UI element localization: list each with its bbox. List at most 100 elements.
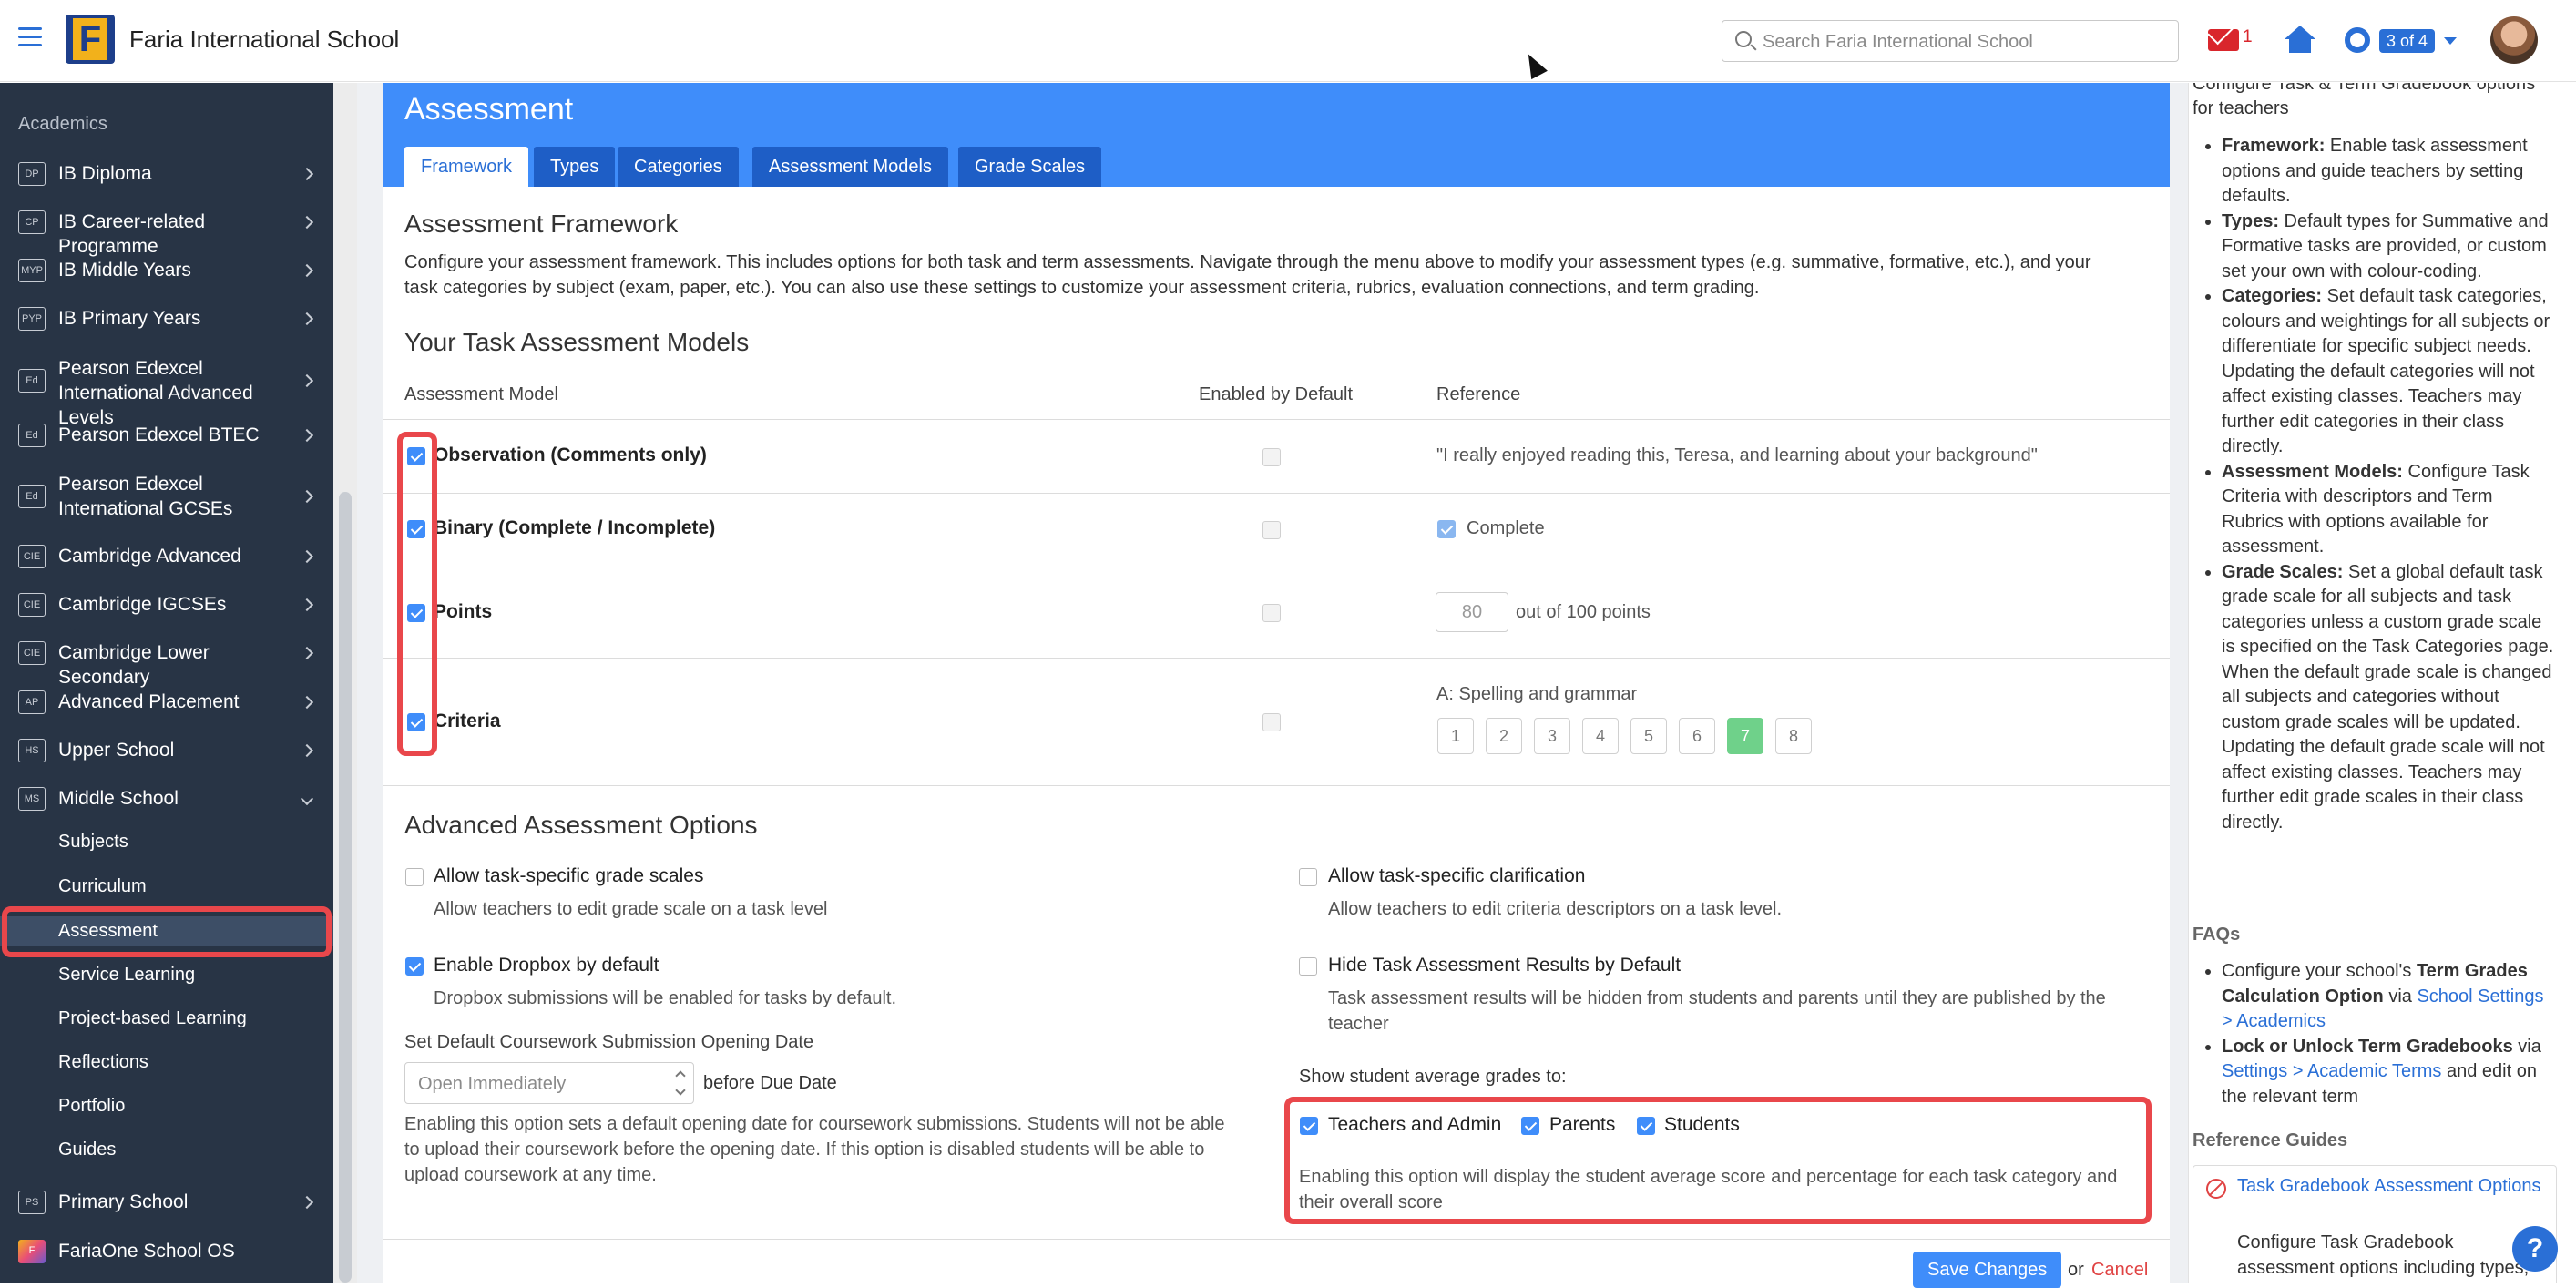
home-icon[interactable] xyxy=(2285,26,2315,55)
opening-desc-line-3: upload coursework at any time. xyxy=(404,1165,657,1185)
sidebar-subitem[interactable]: Reflections xyxy=(0,1048,333,1077)
cancel-link[interactable]: Cancel xyxy=(2091,1260,2148,1281)
help-list-item: Types: Default types for Summative and F… xyxy=(2222,210,2559,285)
col-enabled-by-default: Enabled by Default xyxy=(1199,384,1354,404)
support-icon[interactable] xyxy=(2345,27,2370,53)
tab-framework[interactable]: Framework xyxy=(404,147,529,187)
clarification-checkbox[interactable] xyxy=(1299,868,1317,886)
model-binary-label: Binary (Complete / Incomplete) xyxy=(434,517,716,538)
help-list: Framework: Enable task assessment option… xyxy=(2222,134,2559,835)
faq-item: Lock or Unlock Term Gradebooks via Setti… xyxy=(2222,1035,2559,1110)
avatar[interactable] xyxy=(2490,16,2538,64)
sidebar-item[interactable]: DP IB Diploma xyxy=(0,156,333,192)
help-item-title: Assessment Models: xyxy=(2222,461,2403,482)
tab-grade-scales[interactable]: Grade Scales xyxy=(958,147,1102,187)
sidebar-item[interactable]: CIE Cambridge IGCSEs xyxy=(0,587,333,623)
opening-date-field[interactable] xyxy=(404,1062,694,1104)
school-name[interactable]: Faria International School xyxy=(129,26,399,54)
school-logo[interactable]: F xyxy=(66,15,115,64)
grade-scales-checkbox[interactable] xyxy=(405,868,424,886)
faq-2-link[interactable]: Settings > Academic Terms xyxy=(2222,1061,2441,1081)
observation-enabled-checkbox[interactable] xyxy=(1262,448,1281,466)
mail-icon[interactable] xyxy=(2208,29,2239,51)
chevron-right-icon xyxy=(300,489,314,504)
sidebar-item-label: Pearson Edexcel BTEC xyxy=(58,424,260,445)
sidebar-item-label: Middle School xyxy=(58,788,179,809)
hamburger-menu-icon[interactable] xyxy=(18,27,42,47)
prohibited-icon xyxy=(2206,1179,2226,1199)
sidebar-item[interactable]: PS Primary School xyxy=(0,1184,333,1221)
help-panel: Configure Task & Term Gradebook options … xyxy=(2188,83,2576,1283)
search-box[interactable] xyxy=(1722,20,2179,62)
criteria-enabled-checkbox[interactable] xyxy=(1262,713,1281,731)
sidebar-subitem[interactable]: Service Learning xyxy=(0,960,333,989)
sidebar-item[interactable]: MYP IB Middle Years xyxy=(0,252,333,289)
program-badge-icon: PS xyxy=(18,1191,46,1214)
sidebar-item-label: Upper School xyxy=(58,740,175,761)
opening-date-input[interactable] xyxy=(418,1071,655,1097)
tab-categories[interactable]: Categories xyxy=(618,147,739,187)
chevron-down-icon[interactable] xyxy=(2444,37,2457,45)
binary-enabled-checkbox[interactable] xyxy=(1262,521,1281,539)
model-criteria-label: Criteria xyxy=(434,710,501,731)
spinner-icon[interactable] xyxy=(675,1070,688,1098)
save-changes-button[interactable]: Save Changes xyxy=(1913,1252,2062,1288)
sidebar-item[interactable]: Ed Pearson Edexcel BTEC xyxy=(0,417,333,454)
pager-badge[interactable]: 3 of 4 xyxy=(2379,29,2436,53)
divider xyxy=(383,658,2170,659)
sidebar-item[interactable]: HS Upper School xyxy=(0,732,333,769)
sidebar-item[interactable]: AP Advanced Placement xyxy=(0,684,333,721)
sidebar-subitem[interactable]: Subjects xyxy=(0,827,333,856)
points-enabled-checkbox[interactable] xyxy=(1262,604,1281,622)
reference-guide-desc: Configure Task Gradebook assessment opti… xyxy=(2237,1232,2530,1278)
sidebar-item[interactable]: Ed Pearson Edexcel International Advanced… xyxy=(0,355,333,428)
program-badge-icon: MS xyxy=(18,787,46,811)
sidebar-item[interactable]: CIE Cambridge Lower Secondary xyxy=(0,635,333,688)
faq-item: Configure your school's Term Grades Calc… xyxy=(2222,959,2559,1035)
help-intro: Configure Task & Term Gradebook options … xyxy=(2193,83,2536,118)
sidebar-scrollbar[interactable] xyxy=(339,492,352,1283)
reference-guide-card[interactable]: Task Gradebook Assessment Options Config… xyxy=(2193,1165,2557,1283)
model-observation-label: Observation (Comments only) xyxy=(434,445,707,465)
help-item-title: Categories: xyxy=(2222,286,2323,306)
dropbox-checkbox[interactable] xyxy=(405,957,424,976)
hide-results-checkbox[interactable] xyxy=(1299,957,1317,976)
sidebar-item-label: Cambridge IGCSEs xyxy=(58,594,227,615)
sidebar-item[interactable]: F FariaOne School OS xyxy=(0,1233,333,1270)
or-text: or xyxy=(2068,1260,2084,1280)
sidebar-subitem-label: Subjects xyxy=(58,832,128,852)
col-reference: Reference xyxy=(1436,384,1521,404)
sidebar-subitem[interactable]: Project-based Learning xyxy=(0,1004,333,1033)
tab-types[interactable]: Types xyxy=(534,147,616,187)
sidebar-item-label: IB Middle Years xyxy=(58,260,191,281)
criteria-scale-option: 1 xyxy=(1437,718,1474,754)
chevron-right-icon xyxy=(300,695,314,710)
sidebar-item[interactable]: CP IB Career-related Programme xyxy=(0,204,333,257)
divider xyxy=(383,419,2170,420)
sidebar-subitem[interactable]: Guides xyxy=(0,1135,333,1164)
program-badge-icon: PYP xyxy=(18,307,46,331)
criteria-scale-option: 8 xyxy=(1775,718,1812,754)
grade-scales-desc: Allow teachers to edit grade scale on a … xyxy=(434,899,828,919)
reference-guide-title[interactable]: Task Gradebook Assessment Options xyxy=(2237,1173,2547,1199)
sidebar-item[interactable]: Ed Pearson Edexcel International GCSEs xyxy=(0,471,333,522)
panel-header: Assessment Framework Types Categories As… xyxy=(383,83,2170,187)
sidebar-item[interactable]: MS Middle School xyxy=(0,781,333,817)
faq-2-bold: Lock or Unlock Term Gradebooks xyxy=(2222,1036,2513,1057)
sidebar-item[interactable]: PYP IB Primary Years xyxy=(0,301,333,337)
divider xyxy=(383,785,2170,786)
sidebar-subitem-label: Guides xyxy=(58,1140,117,1160)
dropbox-desc: Dropbox submissions will be enabled for … xyxy=(434,988,897,1008)
search-input[interactable] xyxy=(1763,28,2163,56)
sidebar-item-label: Pearson Edexcel International GCSEs xyxy=(58,474,233,519)
tab-assessment-models[interactable]: Assessment Models xyxy=(752,147,948,187)
help-question-icon[interactable]: ? xyxy=(2512,1226,2558,1272)
program-badge-icon: CIE xyxy=(18,641,46,665)
help-list-item: Framework: Enable task assessment option… xyxy=(2222,134,2559,210)
sidebar-subitem-label: Reflections xyxy=(58,1052,148,1072)
sidebar-item[interactable]: CIE Cambridge Advanced xyxy=(0,538,333,575)
binary-reference-checkbox xyxy=(1437,520,1456,538)
sidebar-subitem[interactable]: Curriculum xyxy=(0,872,333,901)
help-list-item: Categories: Set default task categories,… xyxy=(2222,284,2559,460)
sidebar-subitem[interactable]: Portfolio xyxy=(0,1091,333,1120)
